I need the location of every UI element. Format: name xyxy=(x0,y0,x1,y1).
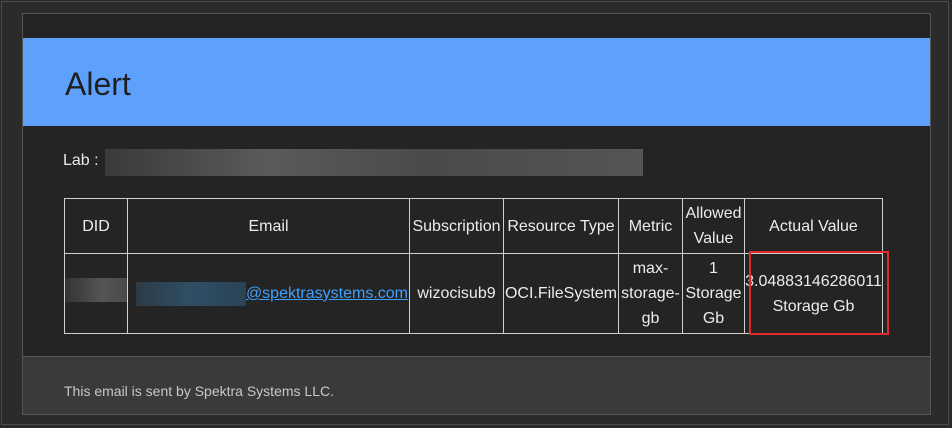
email-link[interactable]: @spektrasystems.com xyxy=(246,285,408,302)
header-allowed-value: Allowed Value xyxy=(682,198,745,254)
email-user-redacted xyxy=(135,281,246,306)
header-actual-value: Actual Value xyxy=(744,198,883,254)
alert-banner: Alert xyxy=(23,38,930,126)
cell-email[interactable]: @spektrasystems.com xyxy=(127,253,410,334)
cell-metric: max-storage-gb xyxy=(618,253,683,334)
cell-did xyxy=(64,253,128,334)
cell-resource-type: OCI.FileSystem xyxy=(503,253,619,334)
lab-name-redacted xyxy=(105,149,643,176)
cell-allowed-value: 1 Storage Gb xyxy=(682,253,745,334)
header-metric: Metric xyxy=(618,198,683,254)
header-subscription: Subscription xyxy=(409,198,504,254)
table-header-row: DID Email Subscription Resource Type Met… xyxy=(64,198,883,254)
lab-label: Lab : xyxy=(63,152,99,169)
header-resource-type: Resource Type xyxy=(503,198,619,254)
alert-title: Alert xyxy=(65,66,131,102)
cell-subscription: wizocisub9 xyxy=(409,253,504,334)
footer-text: This email is sent by Spektra Systems LL… xyxy=(64,383,334,399)
did-redacted xyxy=(65,277,127,302)
alert-email-card: Alert Lab : DID Email Subscription Resou… xyxy=(22,13,931,415)
header-did: DID xyxy=(64,198,128,254)
actual-value-highlight-box xyxy=(749,251,889,335)
header-email: Email xyxy=(127,198,410,254)
